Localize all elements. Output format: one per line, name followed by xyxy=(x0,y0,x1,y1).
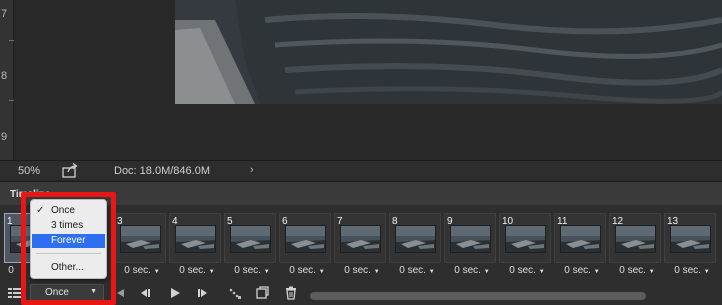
timeline-frame[interactable]: 10 xyxy=(499,213,551,263)
ruler-label: 8 xyxy=(1,70,8,82)
caret-down-icon: ▼ xyxy=(538,269,545,275)
frame-delay-label: 0 sec. xyxy=(289,265,316,276)
frame-delay-label: 0 sec. xyxy=(564,265,591,276)
timeline-frame[interactable]: 9 xyxy=(444,213,496,263)
trash-icon[interactable] xyxy=(284,286,298,300)
frame-delay[interactable]: 0 sec. ▼ xyxy=(609,265,665,276)
frame-delay[interactable]: 0 sec. ▼ xyxy=(389,265,445,276)
document-size-info: Doc: 18.0M/846.0M xyxy=(114,165,210,177)
frame-thumbnail xyxy=(450,225,491,253)
frame-delay[interactable]: 0 sec. ▼ xyxy=(554,265,610,276)
status-menu-arrow[interactable]: › xyxy=(250,164,254,176)
frame-delay-label: 0 sec. xyxy=(674,265,701,276)
caret-down-icon: ▼ xyxy=(373,269,380,275)
frame-thumbnail xyxy=(285,225,326,253)
frame-delay-label: 0 sec. xyxy=(619,265,646,276)
timeline-frame[interactable]: 11 xyxy=(554,213,606,263)
zoom-level[interactable]: 50% xyxy=(18,165,40,177)
list-options-icon[interactable] xyxy=(8,286,22,300)
frame-delay-label: 0 sec. xyxy=(344,265,371,276)
frame-thumbnail xyxy=(615,225,656,253)
frame-delay[interactable]: 0 sec. ▼ xyxy=(114,265,170,276)
share-icon[interactable] xyxy=(62,163,78,178)
frame-delay[interactable]: 0 sec. ▼ xyxy=(169,265,225,276)
duplicate-frame-icon[interactable] xyxy=(255,286,269,300)
frame-delay-label: 0 sec. xyxy=(124,265,151,276)
frame-delay-label: 0 sec. xyxy=(234,265,261,276)
timeline-frame[interactable]: 12 xyxy=(609,213,661,263)
horizontal-scrollbar[interactable] xyxy=(310,292,646,300)
caret-down-icon: ▼ xyxy=(318,269,325,275)
document-image xyxy=(175,0,722,104)
frame-delay[interactable]: 0 sec. ▼ xyxy=(499,265,555,276)
frame-delay-label: 0 sec. xyxy=(454,265,481,276)
caret-down-icon: ▼ xyxy=(208,269,215,275)
vertical-ruler: 7 8 9 xyxy=(0,0,14,160)
timeline-frame[interactable]: 7 xyxy=(334,213,386,263)
caret-down-icon: ▼ xyxy=(648,269,655,275)
caret-down-icon: ▼ xyxy=(593,269,600,275)
frame-delay[interactable]: 0 sec. ▼ xyxy=(279,265,335,276)
frame-thumbnail xyxy=(120,225,161,253)
frame-delay-label: 0 sec. xyxy=(509,265,536,276)
tween-icon[interactable] xyxy=(228,286,242,300)
caret-down-icon: ▼ xyxy=(263,269,270,275)
caret-down-icon: ▼ xyxy=(153,269,160,275)
timeline-frame[interactable]: 13 xyxy=(664,213,716,263)
caret-down-icon: ▼ xyxy=(703,269,710,275)
frame-delay[interactable]: 0 sec. ▼ xyxy=(334,265,390,276)
frame-thumbnail xyxy=(230,225,271,253)
ruler-label: 9 xyxy=(1,131,8,143)
frame-delay-label: 0 xyxy=(8,265,14,276)
frame-delay[interactable]: 0 sec. ▼ xyxy=(664,265,720,276)
frame-thumbnail xyxy=(395,225,436,253)
canvas-area[interactable] xyxy=(14,0,722,160)
caret-down-icon: ▼ xyxy=(428,269,435,275)
frame-delay-label: 0 sec. xyxy=(179,265,206,276)
timeline-frame[interactable]: 4 xyxy=(169,213,221,263)
ruler-label: 7 xyxy=(1,8,8,20)
frame-thumbnail xyxy=(340,225,381,253)
frame-delay[interactable]: 0 sec. ▼ xyxy=(444,265,500,276)
next-frame-icon[interactable] xyxy=(196,286,210,300)
highlight-box xyxy=(21,192,116,305)
frame-thumbnail xyxy=(505,225,546,253)
frame-delay[interactable]: 0 sec. ▼ xyxy=(224,265,280,276)
timeline-frame[interactable]: 6 xyxy=(279,213,331,263)
previous-frame-icon[interactable] xyxy=(138,286,152,300)
frame-thumbnail xyxy=(175,225,216,253)
timeline-frame[interactable]: 8 xyxy=(389,213,441,263)
frame-thumbnail xyxy=(670,225,711,253)
timeline-frame[interactable]: 3 xyxy=(114,213,166,263)
status-bar: 50% Doc: 18.0M/846.0M › xyxy=(0,160,722,180)
frame-delay-label: 0 sec. xyxy=(399,265,426,276)
frame-delay[interactable]: 0 xyxy=(4,265,18,276)
timeline-frame[interactable]: 5 xyxy=(224,213,276,263)
frame-thumbnail xyxy=(560,225,601,253)
play-icon[interactable] xyxy=(168,286,182,300)
caret-down-icon: ▼ xyxy=(483,269,490,275)
